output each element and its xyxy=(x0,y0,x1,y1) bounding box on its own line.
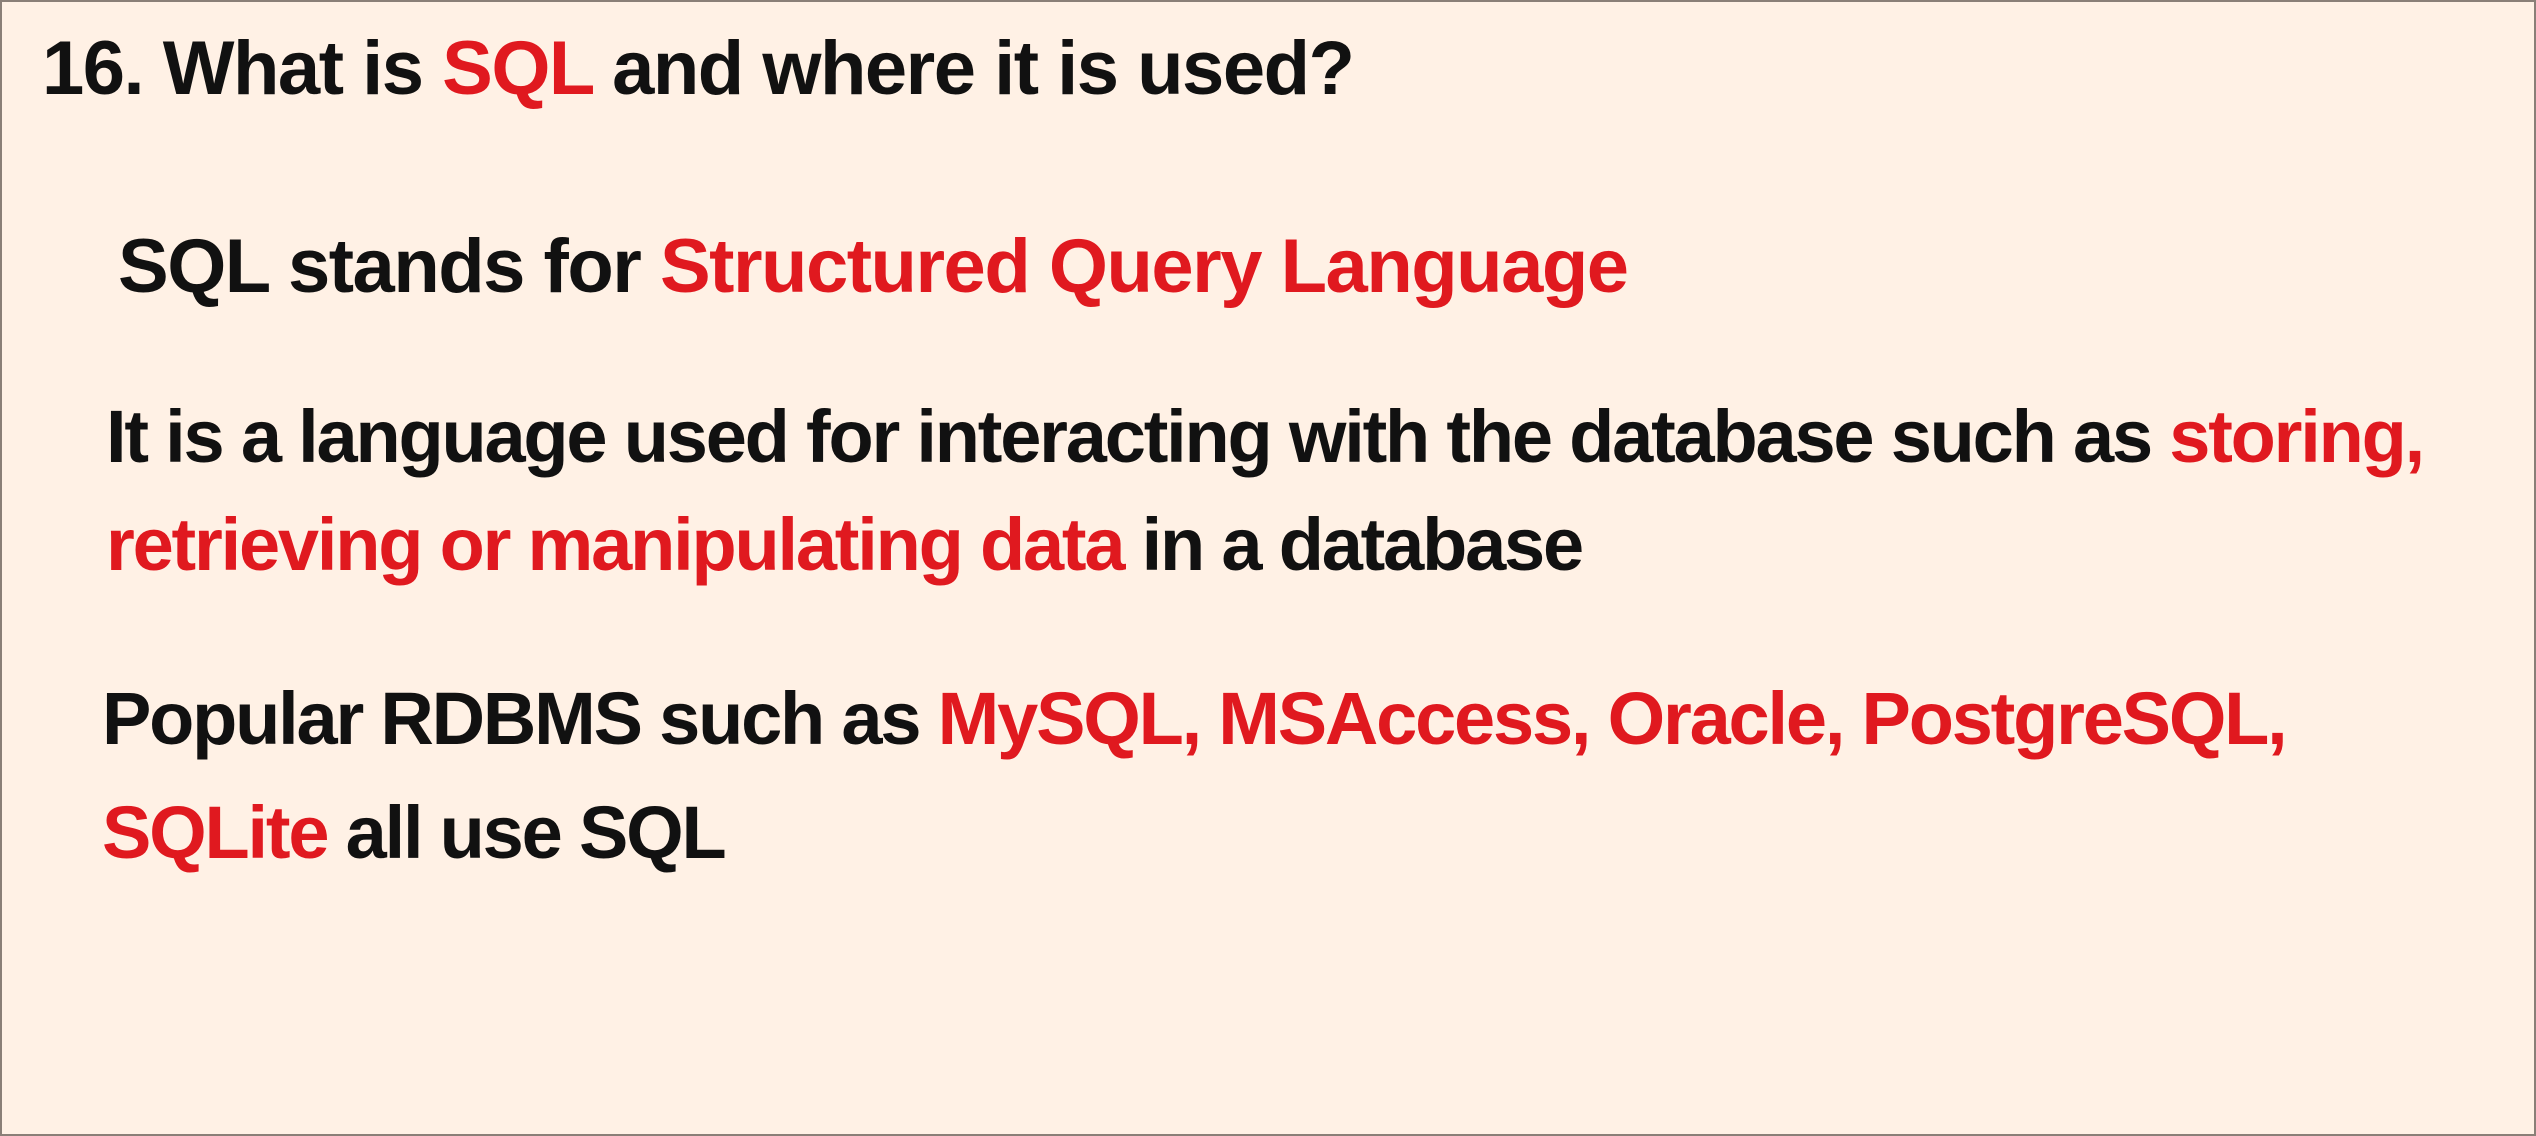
point-sql-definition: SQL stands for Structured Query Language xyxy=(118,222,1629,312)
point3-line1-text: Popular RDBMS such as xyxy=(102,677,938,760)
point2-line1-highlight: storing, xyxy=(2169,395,2425,478)
title-suffix: and where it is used? xyxy=(592,26,1355,111)
point-sql-usage-line-1: It is a language used for interacting wi… xyxy=(106,392,2425,482)
point1-highlight: Structured Query Language xyxy=(659,224,1629,309)
point2-line2-text: in a database xyxy=(1123,503,1584,586)
point-sql-usage-line-2: retrieving or manipulating data in a dat… xyxy=(106,500,1584,590)
slide: 16. What is SQL and where it is used? SQ… xyxy=(0,0,2536,1136)
point-rdbms-line-2: SQLite all use SQL xyxy=(102,788,727,878)
title-prefix: 16. What is xyxy=(42,26,443,111)
point3-line2-text: all use SQL xyxy=(327,791,727,874)
point3-line2-highlight: SQLite xyxy=(102,791,329,874)
point3-line1-highlight: MySQL, MSAccess, Oracle, PostgreSQL, xyxy=(937,677,2288,760)
slide-title: 16. What is SQL and where it is used? xyxy=(42,24,1355,114)
point1-text: SQL stands for xyxy=(118,224,660,309)
point2-line1-text: It is a language used for interacting wi… xyxy=(106,395,2170,478)
point2-line2-highlight: retrieving or manipulating data xyxy=(106,503,1126,586)
point-rdbms-line-1: Popular RDBMS such as MySQL, MSAccess, O… xyxy=(102,674,2288,764)
title-highlight-sql: SQL xyxy=(442,26,594,111)
